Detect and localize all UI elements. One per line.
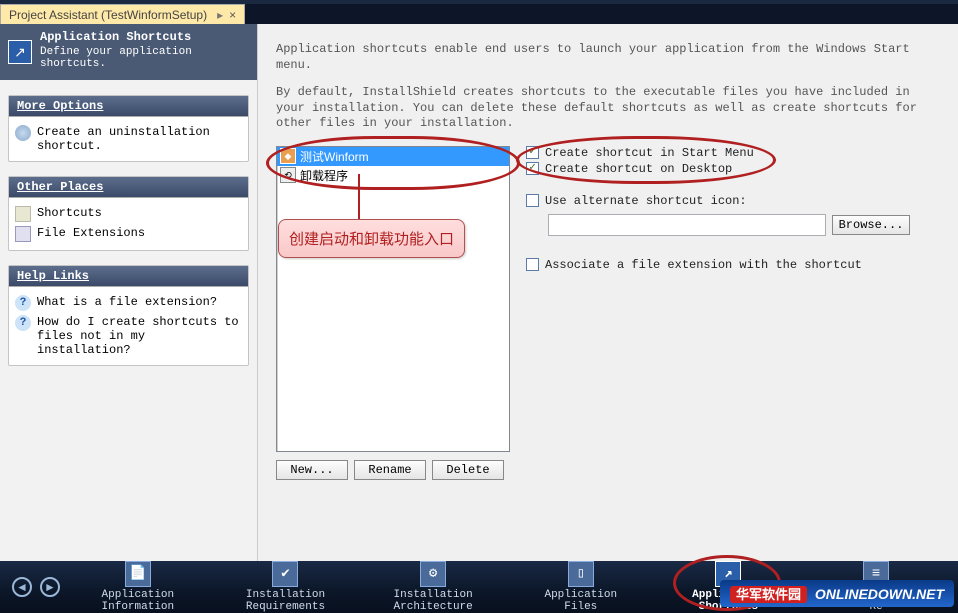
file-extensions-link[interactable]: File Extensions bbox=[15, 224, 242, 244]
checkbox-icon[interactable] bbox=[526, 194, 539, 207]
requirements-icon: ✔ bbox=[272, 561, 298, 587]
gear-icon bbox=[15, 125, 31, 141]
help-file-extension-link[interactable]: ? What is a file extension? bbox=[15, 293, 242, 313]
project-assistant-tab[interactable]: Project Assistant (TestWinformSetup) ▸ × bbox=[0, 4, 245, 24]
delete-button[interactable]: Delete bbox=[432, 460, 504, 480]
panel-header: Other Places bbox=[9, 177, 248, 198]
browse-button[interactable]: Browse... bbox=[832, 215, 910, 235]
page-subtitle: Define your application shortcuts. bbox=[40, 46, 247, 70]
help-links-panel: Help Links ? What is a file extension? ?… bbox=[8, 265, 249, 366]
pin-icon[interactable]: ▸ bbox=[217, 8, 223, 22]
help-icon: ? bbox=[15, 295, 31, 311]
shortcut-header-icon: ↗ bbox=[8, 40, 32, 64]
watermark: 华军软件园 ONLINEDOWN.NET bbox=[720, 580, 954, 607]
checkbox-icon[interactable] bbox=[526, 162, 539, 175]
tab-row: Project Assistant (TestWinformSetup) ▸ × bbox=[0, 4, 958, 24]
checkbox-icon[interactable] bbox=[526, 258, 539, 271]
shortcut-icon bbox=[15, 206, 31, 222]
annotation-callout: 创建启动和卸载功能入口 bbox=[278, 219, 465, 258]
app-info-icon: 📄 bbox=[125, 561, 151, 587]
create-uninstall-shortcut-link[interactable]: Create an uninstallation shortcut. bbox=[15, 123, 242, 155]
nav-forward-button[interactable]: ► bbox=[40, 577, 60, 597]
checkbox-icon[interactable] bbox=[526, 146, 539, 159]
panel-header: Help Links bbox=[9, 266, 248, 287]
left-sidebar: ↗ Application Shortcuts Define your appl… bbox=[0, 24, 258, 561]
page-title: Application Shortcuts bbox=[40, 30, 247, 44]
alt-icon-checkbox-row[interactable]: Use alternate shortcut icon: bbox=[526, 194, 940, 208]
intro-text-2: By default, InstallShield creates shortc… bbox=[276, 85, 940, 132]
desktop-checkbox-row[interactable]: Create shortcut on Desktop bbox=[526, 162, 940, 176]
nav-install-requirements[interactable]: ✔ Installation Requirements bbox=[230, 561, 340, 613]
panel-header: More Options bbox=[9, 96, 248, 117]
help-icon: ? bbox=[15, 315, 31, 331]
alt-icon-input[interactable] bbox=[548, 214, 826, 236]
tab-title: Project Assistant (TestWinformSetup) bbox=[9, 8, 207, 22]
other-places-panel: Other Places Shortcuts File Extensions bbox=[8, 176, 249, 251]
associate-extension-checkbox-row[interactable]: Associate a file extension with the shor… bbox=[526, 258, 940, 272]
start-menu-checkbox-row[interactable]: Create shortcut in Start Menu bbox=[526, 146, 940, 160]
intro-text-1: Application shortcuts enable end users t… bbox=[276, 42, 940, 73]
architecture-icon: ⚙ bbox=[420, 561, 446, 587]
new-button[interactable]: New... bbox=[276, 460, 348, 480]
nav-install-architecture[interactable]: ⚙ Installation Architecture bbox=[378, 561, 488, 613]
list-item[interactable]: ◆ 测试Winform bbox=[277, 147, 509, 166]
content-area: Application shortcuts enable end users t… bbox=[258, 24, 958, 561]
shortcuts-link[interactable]: Shortcuts bbox=[15, 204, 242, 224]
close-icon[interactable]: × bbox=[229, 8, 236, 22]
files-icon: ▯ bbox=[568, 561, 594, 587]
annotation-oval-checks bbox=[516, 136, 776, 184]
help-create-shortcuts-link[interactable]: ? How do I create shortcuts to files not… bbox=[15, 313, 242, 359]
uninstall-icon: ⟲ bbox=[280, 167, 296, 183]
nav-back-button[interactable]: ◄ bbox=[12, 577, 32, 597]
app-icon: ◆ bbox=[280, 148, 296, 164]
list-item[interactable]: ⟲ 卸载程序 bbox=[277, 166, 509, 185]
nav-app-info[interactable]: 📄 Application Information bbox=[83, 561, 193, 613]
page-header: ↗ Application Shortcuts Define your appl… bbox=[0, 24, 257, 80]
rename-button[interactable]: Rename bbox=[354, 460, 426, 480]
nav-app-files[interactable]: ▯ Application Files bbox=[526, 561, 636, 613]
annotation-arrow bbox=[358, 174, 360, 224]
file-ext-icon bbox=[15, 226, 31, 242]
more-options-panel: More Options Create an uninstallation sh… bbox=[8, 95, 249, 162]
shortcut-listbox[interactable]: ◆ 测试Winform ⟲ 卸载程序 bbox=[276, 146, 510, 452]
